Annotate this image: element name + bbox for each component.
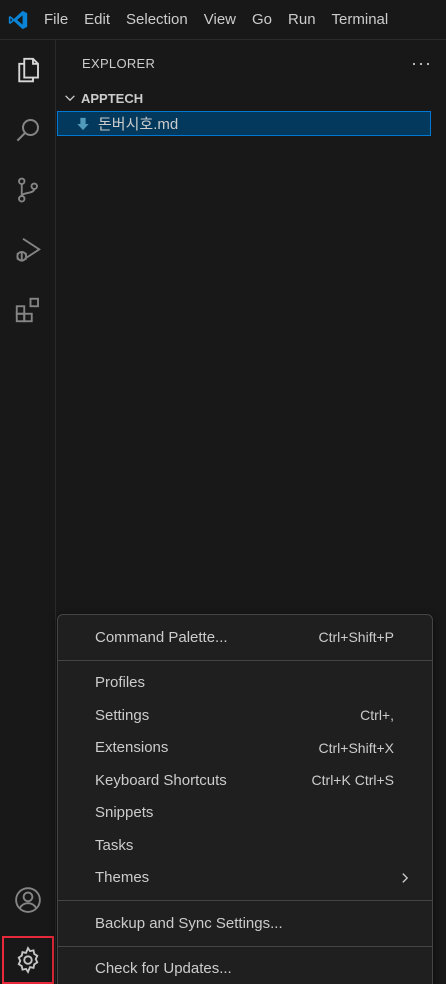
explorer-title: EXPLORER <box>82 55 156 71</box>
extensions-icon[interactable] <box>0 282 56 338</box>
activity-bar <box>0 40 56 984</box>
menu-item-profiles[interactable]: Profiles <box>58 667 432 700</box>
chevron-down-icon <box>65 95 75 102</box>
title-bar: File Edit Selection View Go Run Terminal <box>0 0 446 40</box>
chevron-right-icon <box>402 872 409 883</box>
menu-terminal[interactable]: Terminal <box>324 0 397 40</box>
file-name: 돈버시호.md <box>98 116 179 133</box>
menu-item-shortcut: Ctrl+, <box>360 707 394 724</box>
menu-item-label: Command Palette... <box>95 628 228 646</box>
menu-go[interactable]: Go <box>244 0 280 40</box>
menu-item-label: Settings <box>95 706 150 724</box>
menu-item-label: Check for Updates... <box>95 960 232 978</box>
menu-item-themes[interactable]: Themes <box>58 862 432 895</box>
accounts-icon[interactable] <box>0 872 56 928</box>
menu-item-tasks[interactable]: Tasks <box>58 829 432 862</box>
menu-item-keyboard-shortcuts[interactable]: Keyboard Shortcuts Ctrl+K Ctrl+S <box>58 764 432 797</box>
manage-menu: Command Palette... Ctrl+Shift+P Profiles… <box>57 614 433 984</box>
folder-name: APPTECH <box>81 90 144 106</box>
menu-file[interactable]: File <box>36 0 76 40</box>
menu-item-check-updates[interactable]: Check for Updates... <box>58 953 432 984</box>
menu-selection[interactable]: Selection <box>118 0 196 40</box>
search-icon[interactable] <box>0 102 56 158</box>
menu-item-command-palette[interactable]: Command Palette... Ctrl+Shift+P <box>58 621 432 654</box>
vscode-logo-icon <box>0 0 36 40</box>
menu-item-label: Backup and Sync Settings... <box>95 914 283 932</box>
source-control-icon[interactable] <box>0 162 56 218</box>
explorer-icon[interactable] <box>0 42 56 98</box>
manage-gear-icon[interactable] <box>2 936 54 984</box>
more-actions-icon[interactable]: ··· <box>411 53 432 74</box>
menu-item-backup-sync[interactable]: Backup and Sync Settings... <box>58 907 432 940</box>
menu-item-shortcut: Ctrl+Shift+P <box>318 629 394 646</box>
menu-edit[interactable]: Edit <box>76 0 118 40</box>
menu-separator <box>58 900 432 901</box>
menu-item-label: Tasks <box>95 836 134 854</box>
menu-item-shortcut: Ctrl+Shift+X <box>318 739 394 756</box>
menu-item-label: Snippets <box>95 804 154 822</box>
menu-item-extensions[interactable]: Extensions Ctrl+Shift+X <box>58 732 432 765</box>
markdown-file-icon <box>77 117 89 130</box>
menu-view[interactable]: View <box>196 0 244 40</box>
folder-apptech[interactable]: APPTECH <box>57 85 446 111</box>
explorer-header: EXPLORER ··· <box>57 41 446 85</box>
menu-item-label: Keyboard Shortcuts <box>95 771 227 789</box>
menu-item-label: Extensions <box>95 739 169 757</box>
file-item[interactable]: 돈버시호.md <box>57 111 431 136</box>
menu-item-label: Themes <box>95 869 150 887</box>
menu-item-label: Profiles <box>95 674 146 692</box>
menu-separator <box>58 659 432 661</box>
menu-item-snippets[interactable]: Snippets <box>58 797 432 830</box>
menu-run[interactable]: Run <box>280 0 324 40</box>
run-debug-icon[interactable] <box>0 222 56 278</box>
menu-item-shortcut: Ctrl+K Ctrl+S <box>311 772 394 789</box>
menu-separator <box>58 945 432 947</box>
menu-item-settings[interactable]: Settings Ctrl+, <box>58 699 432 732</box>
